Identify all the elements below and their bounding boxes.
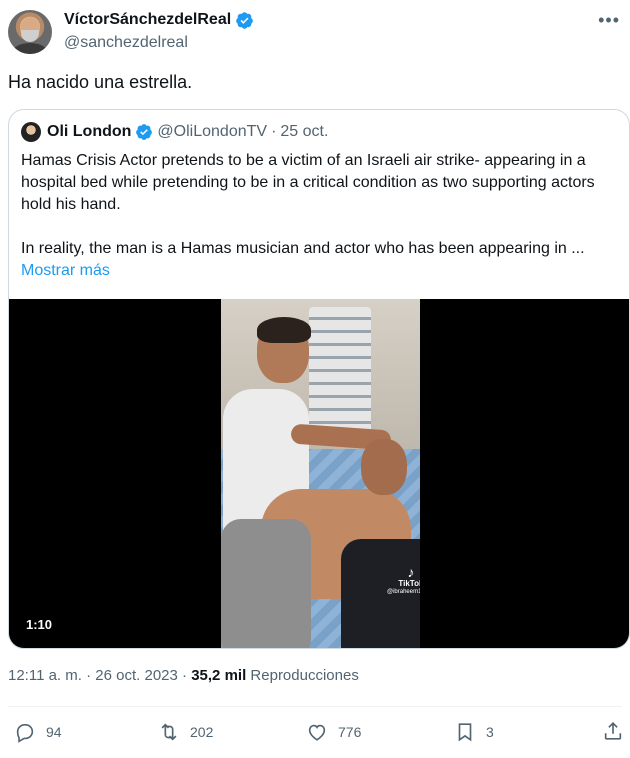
retweet-button[interactable]: 202 (158, 720, 213, 744)
quoted-handle[interactable]: @OliLondonTV (157, 122, 267, 142)
share-icon (604, 722, 622, 740)
verified-badge-icon (236, 11, 253, 29)
quoted-body: Hamas Crisis Actor pretends to be a vict… (21, 150, 617, 282)
like-button[interactable]: 776 (306, 720, 361, 744)
views-label: Reproducciones (250, 667, 359, 684)
quoted-header: Oli London @OliLondonTV · 25 oct. (21, 122, 328, 142)
tiktok-user: @ibraheem1997b (387, 589, 420, 595)
heart-icon (308, 724, 326, 741)
tweet-time[interactable]: 12:11 a. m. (8, 667, 82, 684)
tiktok-label: TikTok (398, 579, 420, 588)
quoted-paragraph-2: In reality, the man is a Hamas musician … (21, 240, 585, 257)
bookmark-button[interactable]: 3 (454, 720, 494, 744)
quoted-avatar[interactable] (21, 122, 41, 142)
meta-separator: · (86, 667, 92, 684)
reply-icon (16, 724, 34, 743)
quoted-date[interactable]: 25 oct. (280, 122, 328, 142)
video-patient-head (361, 439, 407, 495)
tweet-header: VíctorSánchezdelReal @sanchezdelreal ••• (8, 8, 622, 56)
share-button[interactable] (602, 720, 624, 742)
quoted-tweet[interactable]: Oli London @OliLondonTV · 25 oct. Hamas … (8, 109, 630, 649)
action-bar: 94 202 776 3 (8, 718, 630, 748)
reply-button[interactable]: 94 (14, 720, 62, 744)
tweet-meta: 12:11 a. m. · 26 oct. 2023 · 35,2 mil Re… (8, 666, 359, 686)
bookmark-icon (458, 723, 472, 742)
video-duration: 1:10 (26, 617, 53, 632)
tiktok-watermark: ♪ TikTok @ibraheem1997b (387, 565, 420, 597)
video-frame: ♪ TikTok @ibraheem1997b (221, 299, 420, 648)
quoted-author-name[interactable]: Oli London (47, 122, 131, 142)
like-count: 776 (338, 724, 362, 740)
video-infusion-pumps (309, 307, 371, 439)
author-name-row[interactable]: VíctorSánchezdelReal (64, 10, 254, 30)
avatar-shirt (12, 43, 48, 54)
author-avatar[interactable] (8, 10, 52, 54)
author-info: VíctorSánchezdelReal @sanchezdelreal (64, 10, 254, 54)
more-icon[interactable]: ••• (598, 10, 620, 31)
quoted-separator: · (271, 123, 277, 140)
video-person-left (221, 519, 311, 648)
quoted-paragraph-1: Hamas Crisis Actor pretends to be a vict… (21, 152, 595, 213)
divider (8, 706, 622, 707)
video-person-hair (257, 317, 311, 343)
author-handle[interactable]: @sanchezdelreal (64, 32, 254, 54)
views-count: 35,2 mil (191, 667, 247, 684)
avatar-beard (21, 30, 39, 42)
author-name[interactable]: VíctorSánchezdelReal (64, 10, 231, 30)
video-player[interactable]: ♪ TikTok @ibraheem1997b 1:10 (9, 299, 629, 648)
tiktok-icon: ♪ (407, 564, 415, 580)
quoted-verified-badge-icon (136, 124, 153, 140)
show-more-link[interactable]: Mostrar más (21, 260, 617, 282)
tweet-date[interactable]: 26 oct. 2023 (95, 667, 178, 684)
retweet-count: 202 (190, 724, 214, 740)
bookmark-count: 3 (486, 724, 494, 740)
retweet-icon (161, 723, 177, 741)
meta-separator-2: · (182, 667, 188, 684)
tweet-text: Ha nacido una estrella. (8, 72, 193, 92)
reply-count: 94 (46, 724, 62, 740)
